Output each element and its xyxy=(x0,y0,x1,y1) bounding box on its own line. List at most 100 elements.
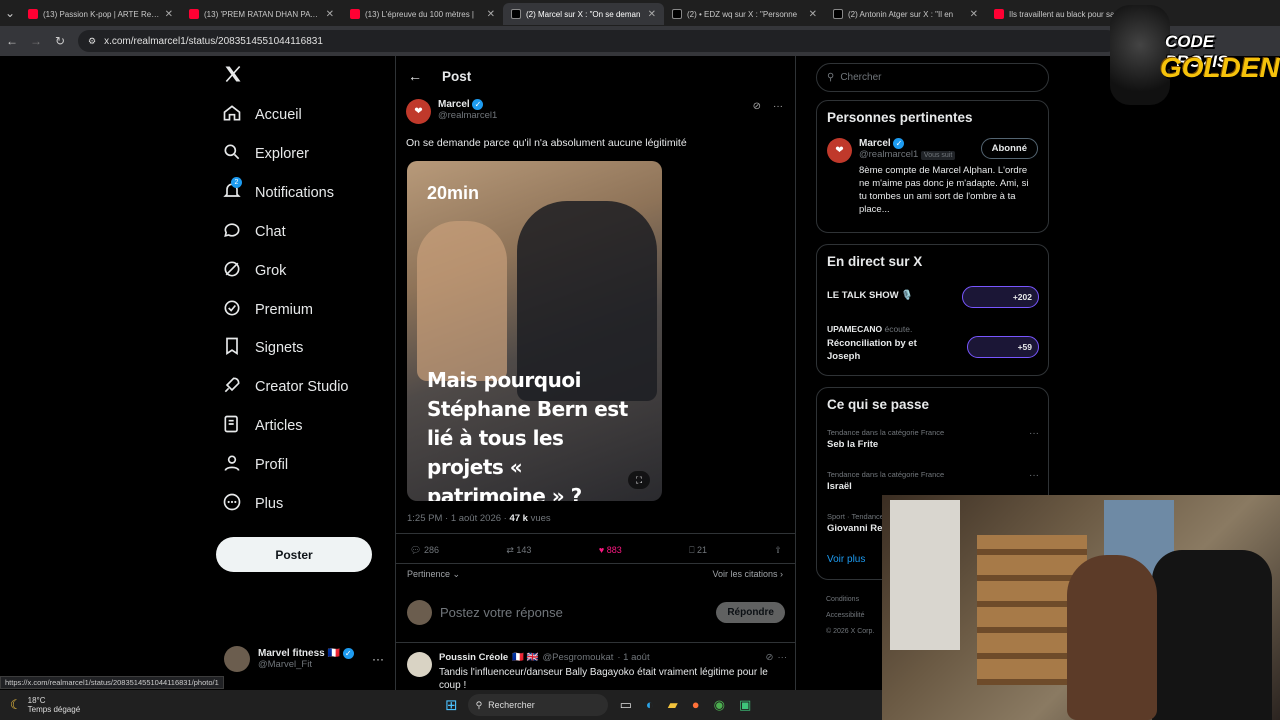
live-title: En direct sur X xyxy=(827,254,923,269)
weather-widget[interactable]: ☾ 18°C Temps dégagé xyxy=(0,696,445,714)
browser-tab[interactable]: (13) 'PREM RATAN DHAN PAYO' ✕ xyxy=(181,3,342,25)
firefox-icon[interactable]: ● xyxy=(692,697,700,713)
relevant-handle[interactable]: @realmarcel1 xyxy=(859,149,918,160)
sidebar-item-chat[interactable]: Chat xyxy=(222,220,286,244)
app-icon[interactable]: ▣ xyxy=(739,697,751,713)
site-info-icon[interactable]: ⚙ xyxy=(88,36,96,47)
tweet-media[interactable]: 20min Mais pourquoi Stéphane Bern est li… xyxy=(407,161,662,501)
relevant-bio: 8ème compte de Marcel Alphan. L'ordre ne… xyxy=(859,165,1029,216)
more-icon[interactable]: ··· xyxy=(372,652,384,666)
home-icon xyxy=(222,103,242,127)
following-button[interactable]: Abonné xyxy=(980,138,1038,159)
browser-tab[interactable]: (13) Passion K-pop | ARTE Regar ✕ xyxy=(20,3,181,25)
windows-start-icon[interactable]: ⊞ xyxy=(445,696,458,714)
youtube-favicon-icon xyxy=(189,9,199,19)
more-icon[interactable]: ··· xyxy=(1029,470,1039,481)
edge-icon[interactable]: ◐ xyxy=(646,697,654,713)
more-icon[interactable]: ··· xyxy=(773,101,783,112)
sidebar-item-signets[interactable]: Signets xyxy=(222,336,303,360)
close-tab-icon[interactable]: ✕ xyxy=(970,9,978,20)
x-favicon-icon xyxy=(833,9,843,19)
file-explorer-icon[interactable]: ▰ xyxy=(668,697,678,713)
browser-tab[interactable]: (2) Marcel sur X : "On se deman ✕ xyxy=(503,3,664,25)
view-quotes-link[interactable]: Voir les citations › xyxy=(712,569,783,579)
url-bar[interactable]: ⚙ x.com/realmarcel1/status/2083514551044… xyxy=(78,30,1118,52)
taskbar-search[interactable]: ⚲ Rechercher xyxy=(467,694,608,716)
reply-count: 286 xyxy=(423,545,439,555)
back-icon[interactable]: ← xyxy=(0,34,24,48)
tweet-avatar[interactable]: ❤ xyxy=(406,99,431,124)
browser-tab[interactable]: (2) • EDZ wq sur X : "Personne ✕ xyxy=(664,3,825,25)
bookmark-action[interactable]: ⎕ 21 xyxy=(689,545,707,556)
sidebar-item-creator-studio[interactable]: Creator Studio xyxy=(222,375,349,399)
close-tab-icon[interactable]: ✕ xyxy=(648,9,656,20)
reply-action[interactable]: 💬︎ 286 xyxy=(410,545,439,556)
media-alt-icon[interactable]: ⛶ xyxy=(628,471,650,489)
show-more-link[interactable]: Voir plus xyxy=(827,554,865,565)
url-text: x.com/realmarcel1/status/208351455104411… xyxy=(104,35,323,47)
relevant-name[interactable]: Marcel xyxy=(859,138,891,149)
trend-item[interactable]: Tendance dans la catégorie France Israël ·… xyxy=(827,470,1039,492)
x-favicon-icon xyxy=(511,9,521,19)
tab-list-button[interactable]: ⌄ xyxy=(0,6,20,20)
close-tab-icon[interactable]: ✕ xyxy=(809,9,817,20)
tweet-author-handle[interactable]: @realmarcel1 xyxy=(438,110,497,121)
reply-text: Tandis l'influenceur/danseur Bally Bagay… xyxy=(439,667,768,691)
account-avatar xyxy=(224,646,250,672)
close-tab-icon[interactable]: ✕ xyxy=(487,9,495,20)
relevant-people-card: Personnes pertinentes ❤ Marcel ✓ @realma… xyxy=(816,100,1049,233)
grok-icon[interactable]: ⊘ xyxy=(766,652,774,663)
reply-author-name[interactable]: Poussin Créole xyxy=(439,652,508,663)
sort-dropdown[interactable]: Pertinence ⌄ xyxy=(407,569,460,580)
reply-button[interactable]: Répondre xyxy=(716,602,785,623)
reply-author-handle[interactable]: @Pesgromoukat xyxy=(542,652,613,663)
trend-item[interactable]: Tendance dans la catégorie France Seb la … xyxy=(827,428,1039,450)
taskbar: ☾ 18°C Temps dégagé ⊞ ⚲ Rechercher ▭ ◐ ▰ ●… xyxy=(0,690,882,720)
verified-icon: ✓ xyxy=(893,138,905,149)
sidebar-item-notifications[interactable]: 2 Notifications xyxy=(222,176,334,205)
sidebar-item-grok[interactable]: Grok xyxy=(222,259,286,283)
more-icon[interactable]: ··· xyxy=(778,652,788,663)
sidebar-item-plus[interactable]: Plus xyxy=(222,492,283,516)
sidebar-item-label: Plus xyxy=(255,496,284,512)
bookmark-count: 21 xyxy=(697,545,708,555)
sidebar-item-profil[interactable]: Profil xyxy=(222,453,288,477)
live-item-count: +202 xyxy=(1012,292,1032,302)
account-switcher[interactable]: Marvel fitness 🇫🇷 ✓ @Marvel_Fit ··· xyxy=(224,644,384,674)
sidebar-item-premium[interactable]: Premium xyxy=(222,298,313,322)
live-item[interactable]: UPAMECANO écoute. Réconciliation by et J… xyxy=(827,324,1039,364)
post-button[interactable]: Poster xyxy=(216,537,372,572)
x-logo[interactable] xyxy=(223,64,245,86)
more-icon[interactable]: ··· xyxy=(1029,428,1039,439)
close-tab-icon[interactable]: ✕ xyxy=(165,9,173,20)
retweet-action[interactable]: ⇄ 143 xyxy=(506,545,531,556)
reply-input[interactable]: Postez votre réponse xyxy=(440,605,708,620)
like-action[interactable]: ♥ 883 xyxy=(599,545,622,556)
back-arrow-icon[interactable]: ← xyxy=(408,68,422,84)
tweet-author-name[interactable]: Marcel xyxy=(438,99,470,110)
forward-icon[interactable]: → xyxy=(24,34,48,48)
tab-title: (13) 'PREM RATAN DHAN PAYO' xyxy=(204,9,321,19)
bookmark-icon: ⎕ xyxy=(689,545,695,555)
share-icon[interactable]: ⇪ xyxy=(774,545,782,556)
relevant-avatar[interactable]: ❤ xyxy=(827,138,852,163)
live-listeners-pill: +59 xyxy=(967,336,1039,358)
browser-tab[interactable]: (2) Antonin Atger sur X : "Il en ✕ xyxy=(825,3,986,25)
search-icon: ⚲ xyxy=(475,699,483,710)
browser-tab[interactable]: (13) L'épreuve du 100 mètres | ✕ xyxy=(342,3,503,25)
close-tab-icon[interactable]: ✕ xyxy=(326,9,334,20)
chrome-icon[interactable]: ◉ xyxy=(714,697,725,713)
sidebar-item-explorer[interactable]: Explorer xyxy=(222,142,309,166)
verified-icon: ✓ xyxy=(472,99,484,110)
grok-icon[interactable]: ⊘ xyxy=(753,101,761,112)
sidebar-item-accueil[interactable]: Accueil xyxy=(222,103,302,127)
search-input[interactable]: ⚲ Chercher xyxy=(816,63,1049,92)
task-view-icon[interactable]: ▭ xyxy=(620,697,632,713)
sidebar-item-articles[interactable]: Articles xyxy=(222,414,303,438)
tab-title: (13) Passion K-pop | ARTE Regar xyxy=(43,9,160,19)
reload-icon[interactable]: ↻ xyxy=(48,34,72,48)
live-item[interactable]: LE TALK SHOW 🎙️ +202 xyxy=(827,285,1039,309)
terms-link[interactable]: Conditions xyxy=(826,592,874,608)
accessibility-link[interactable]: Accessibilité xyxy=(826,608,874,624)
reply-author-avatar[interactable] xyxy=(407,652,432,677)
